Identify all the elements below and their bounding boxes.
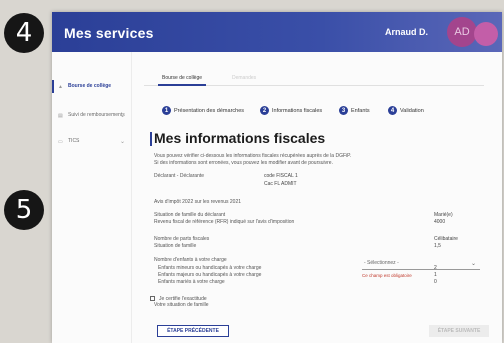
step-validation[interactable]: 4 Validation bbox=[388, 106, 424, 115]
tab-bourse[interactable]: Bourse de collège bbox=[157, 75, 207, 86]
step-label: Enfants bbox=[351, 107, 370, 114]
tab-bar: Bourse de collège Demandes bbox=[144, 72, 484, 86]
children-label: Nombre d'enfants à votre charge bbox=[154, 257, 227, 263]
card-icon: ▭ bbox=[58, 139, 63, 145]
stepper: 1 Présentation des démarches 2 Informati… bbox=[162, 106, 492, 118]
declarant-value: Cac FL ADMIT bbox=[264, 181, 297, 187]
previous-step-button[interactable]: ÉTAPE PRÉCÉDENTE bbox=[157, 325, 229, 337]
step-label: Informations fiscales bbox=[272, 107, 323, 114]
sidebar-item-label: Bourse de collège bbox=[68, 83, 112, 89]
page-title: Mes informations fiscales bbox=[154, 130, 326, 146]
children-row-value: 0 bbox=[434, 279, 437, 285]
app-header: Mes services Arnaud D. AD bbox=[52, 12, 502, 52]
avatar[interactable]: AD bbox=[447, 17, 477, 47]
checkbox-label: Je certifie l'exactitude bbox=[159, 296, 207, 302]
family-situation-select[interactable]: - Sélectionnez - ⌄ bbox=[362, 260, 480, 270]
avatar-initials: AD bbox=[454, 26, 470, 38]
intro-text: Vous pouvez vérifier ci-dessous les info… bbox=[154, 153, 352, 159]
sidebar-item-label: TICS bbox=[68, 138, 80, 144]
step-label: Validation bbox=[400, 107, 424, 114]
title-accent bbox=[150, 132, 152, 146]
user-name[interactable]: Arnaud D. bbox=[385, 27, 428, 37]
sidebar-item-remboursements[interactable]: ▤ Suivi de remboursements ⌄ bbox=[52, 112, 131, 119]
income-value: 4000 bbox=[434, 219, 446, 225]
declarant-value: code FISCAL 1 bbox=[264, 173, 298, 179]
children-row: Enfants majeurs ou handicapés à votre ch… bbox=[158, 272, 262, 278]
step-presentation[interactable]: 1 Présentation des démarches bbox=[162, 106, 244, 115]
declarant-label: Déclarant - Déclarante bbox=[154, 173, 205, 179]
children-row: Enfants mineurs ou handicapés à votre ch… bbox=[158, 265, 262, 271]
income-label: Revenu fiscal de référence (RFR) indiqué… bbox=[154, 219, 295, 225]
children-row: Enfants mariés à votre charge bbox=[158, 279, 225, 285]
year-line: Avis d'impôt 2022 sur les revenus 2021 bbox=[154, 199, 242, 205]
parts-detail-label: Situation de famille bbox=[154, 243, 197, 249]
chevron-down-icon: ⌄ bbox=[119, 139, 125, 145]
step-informations-fiscales[interactable]: 2 Informations fiscales bbox=[260, 106, 322, 115]
sidebar-item-label: Suivi de remboursements bbox=[68, 112, 125, 118]
situation-value: Marié(e) bbox=[434, 212, 453, 218]
graduation-cap-icon: ▲ bbox=[58, 84, 63, 90]
tab-demandes[interactable]: Demandes bbox=[232, 75, 256, 81]
select-value: - Sélectionnez - bbox=[364, 260, 399, 266]
children-row-value: 1 bbox=[434, 272, 437, 278]
app-title: Mes services bbox=[64, 25, 154, 41]
step-number: 2 bbox=[260, 106, 269, 115]
sidebar-item-tics[interactable]: ▭ TICS ⌄ bbox=[52, 138, 131, 145]
annotation-callout-4: 4 bbox=[4, 13, 44, 53]
receipt-icon: ▤ bbox=[58, 113, 63, 119]
chevron-down-icon: ⌄ bbox=[119, 113, 125, 119]
next-step-button[interactable]: ÉTAPE SUIVANTE bbox=[429, 325, 489, 337]
parts-value: Célibataire bbox=[434, 236, 458, 242]
avatar-decoration bbox=[474, 22, 498, 46]
step-number: 3 bbox=[339, 106, 348, 115]
situation-label: Situation de famille du déclarant bbox=[154, 212, 226, 218]
intro-text: Si des informations sont erronées, vous … bbox=[154, 160, 333, 166]
step-enfants[interactable]: 3 Enfants bbox=[339, 106, 370, 115]
sidebar-item-bourse[interactable]: ▲ Bourse de collège bbox=[52, 80, 131, 93]
sidebar: ▲ Bourse de collège ▤ Suivi de rembourse… bbox=[52, 52, 132, 343]
error-message: Ce champ est obligatoire bbox=[362, 273, 412, 278]
step-number: 4 bbox=[388, 106, 397, 115]
app-window: Mes services Arnaud D. AD ▲ Bourse de co… bbox=[52, 12, 502, 343]
parts-detail-value: 1,5 bbox=[434, 243, 441, 249]
step-label: Présentation des démarches bbox=[174, 107, 245, 114]
step-number: 1 bbox=[162, 106, 171, 115]
chevron-down-icon: ⌄ bbox=[470, 261, 476, 267]
select-label: Votre situation de famille bbox=[154, 302, 209, 308]
annotation-callout-5: 5 bbox=[4, 190, 44, 230]
parts-label: Nombre de parts fiscales bbox=[154, 236, 210, 242]
certify-checkbox[interactable] bbox=[150, 296, 155, 301]
